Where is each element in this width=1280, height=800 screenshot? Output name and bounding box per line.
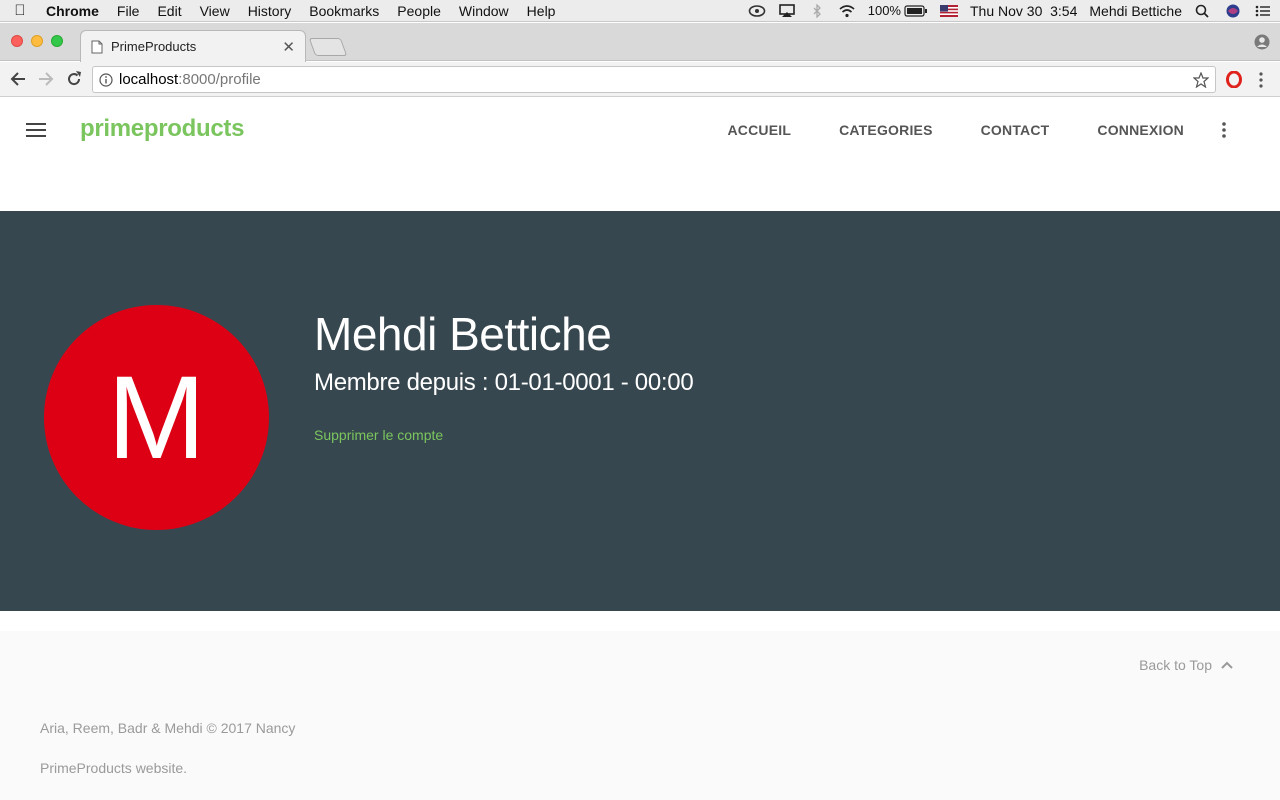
spotlight-search-icon[interactable] xyxy=(1194,4,1212,18)
siri-icon[interactable] xyxy=(1224,4,1242,18)
address-bar[interactable]: localhost:8000/profile xyxy=(92,66,1216,93)
tab-title: PrimeProducts xyxy=(111,39,197,54)
wifi-icon[interactable] xyxy=(838,4,856,18)
footer-credits: Aria, Reem, Badr & Mehdi © 2017 Nancy xyxy=(40,720,296,736)
menu-bookmarks[interactable]: Bookmarks xyxy=(300,3,388,19)
back-to-top-link[interactable]: Back to Top xyxy=(1139,657,1234,673)
creative-cloud-icon[interactable] xyxy=(748,4,766,18)
bookmark-star-icon[interactable] xyxy=(1193,72,1209,88)
menubar-clock[interactable]: Thu Nov 30 3:54 xyxy=(970,3,1077,19)
hamburger-menu-icon[interactable] xyxy=(26,123,46,137)
menu-app-name[interactable]: Chrome xyxy=(40,3,108,19)
close-window-button[interactable] xyxy=(11,35,23,47)
nav-accueil[interactable]: ACCUEIL xyxy=(727,122,791,138)
reload-icon[interactable] xyxy=(64,69,84,89)
url-path: :8000/profile xyxy=(178,71,261,88)
url-host: localhost xyxy=(119,71,179,88)
delete-account-link[interactable]: Supprimer le compte xyxy=(314,427,443,443)
chevron-up-icon xyxy=(1221,661,1233,669)
opera-extension-icon[interactable] xyxy=(1226,71,1242,88)
window-controls xyxy=(11,35,71,47)
site-info-icon[interactable] xyxy=(99,72,113,87)
menu-help[interactable]: Help xyxy=(518,3,565,19)
back-arrow-icon[interactable] xyxy=(8,69,28,89)
zoom-window-button[interactable] xyxy=(51,35,63,47)
battery-icon xyxy=(904,4,927,17)
menu-edit[interactable]: Edit xyxy=(148,3,190,19)
more-options-icon[interactable] xyxy=(1219,121,1229,139)
browser-menu-icon[interactable] xyxy=(1256,71,1266,89)
apple-menu-icon[interactable]:  xyxy=(0,2,40,19)
profile-name: Mehdi Bettiche xyxy=(314,308,612,360)
site-footer: Back to Top Aria, Reem, Badr & Mehdi © 2… xyxy=(0,631,1280,800)
new-tab-button[interactable] xyxy=(308,38,348,56)
battery-percent[interactable]: 100% xyxy=(868,3,928,18)
site-header: primeproducts ACCUEIL CATEGORIES CONTACT… xyxy=(0,97,1280,211)
minimize-window-button[interactable] xyxy=(31,35,43,47)
menu-file[interactable]: File xyxy=(108,3,149,19)
browser-tab-active[interactable]: PrimeProducts ✕ xyxy=(80,30,306,62)
site-brand-logo[interactable]: primeproducts xyxy=(80,115,244,143)
nav-categories[interactable]: CATEGORIES xyxy=(839,122,933,138)
menu-window[interactable]: Window xyxy=(450,3,518,19)
menu-people[interactable]: People xyxy=(388,3,450,19)
avatar-letter: M xyxy=(107,351,206,484)
os-menubar:  Chrome File Edit View History Bookmark… xyxy=(0,0,1280,22)
page-favicon-icon xyxy=(91,40,103,53)
nav-connexion[interactable]: CONNEXION xyxy=(1097,122,1184,138)
footer-description: PrimeProducts website. xyxy=(40,760,188,776)
profile-hero: M Mehdi Bettiche Membre depuis : 01-01-0… xyxy=(0,211,1280,611)
notification-center-icon[interactable] xyxy=(1254,4,1272,18)
tab-close-icon[interactable]: ✕ xyxy=(282,38,295,56)
menubar-status-area: 100% Thu Nov 30 3:54 Mehdi Bettiche xyxy=(736,0,1280,22)
menu-history[interactable]: History xyxy=(239,3,301,19)
browser-toolbar: localhost:8000/profile xyxy=(0,62,1280,97)
member-since-text: Membre depuis : 01-01-0001 - 00:00 xyxy=(314,369,694,396)
forward-arrow-icon[interactable] xyxy=(36,69,56,89)
nav-contact[interactable]: CONTACT xyxy=(981,122,1050,138)
browser-profile-icon[interactable] xyxy=(1254,34,1270,50)
us-flag-icon[interactable] xyxy=(939,4,958,17)
back-to-top-label: Back to Top xyxy=(1139,657,1212,673)
bluetooth-icon[interactable] xyxy=(808,3,826,18)
browser-tab-strip: PrimeProducts ✕ xyxy=(0,23,1280,62)
menubar-user[interactable]: Mehdi Bettiche xyxy=(1089,3,1182,19)
airplay-icon[interactable] xyxy=(778,3,796,18)
main-nav: ACCUEIL CATEGORIES CONTACT CONNEXION xyxy=(679,122,1184,138)
avatar: M xyxy=(44,305,269,530)
menu-view[interactable]: View xyxy=(191,3,239,19)
